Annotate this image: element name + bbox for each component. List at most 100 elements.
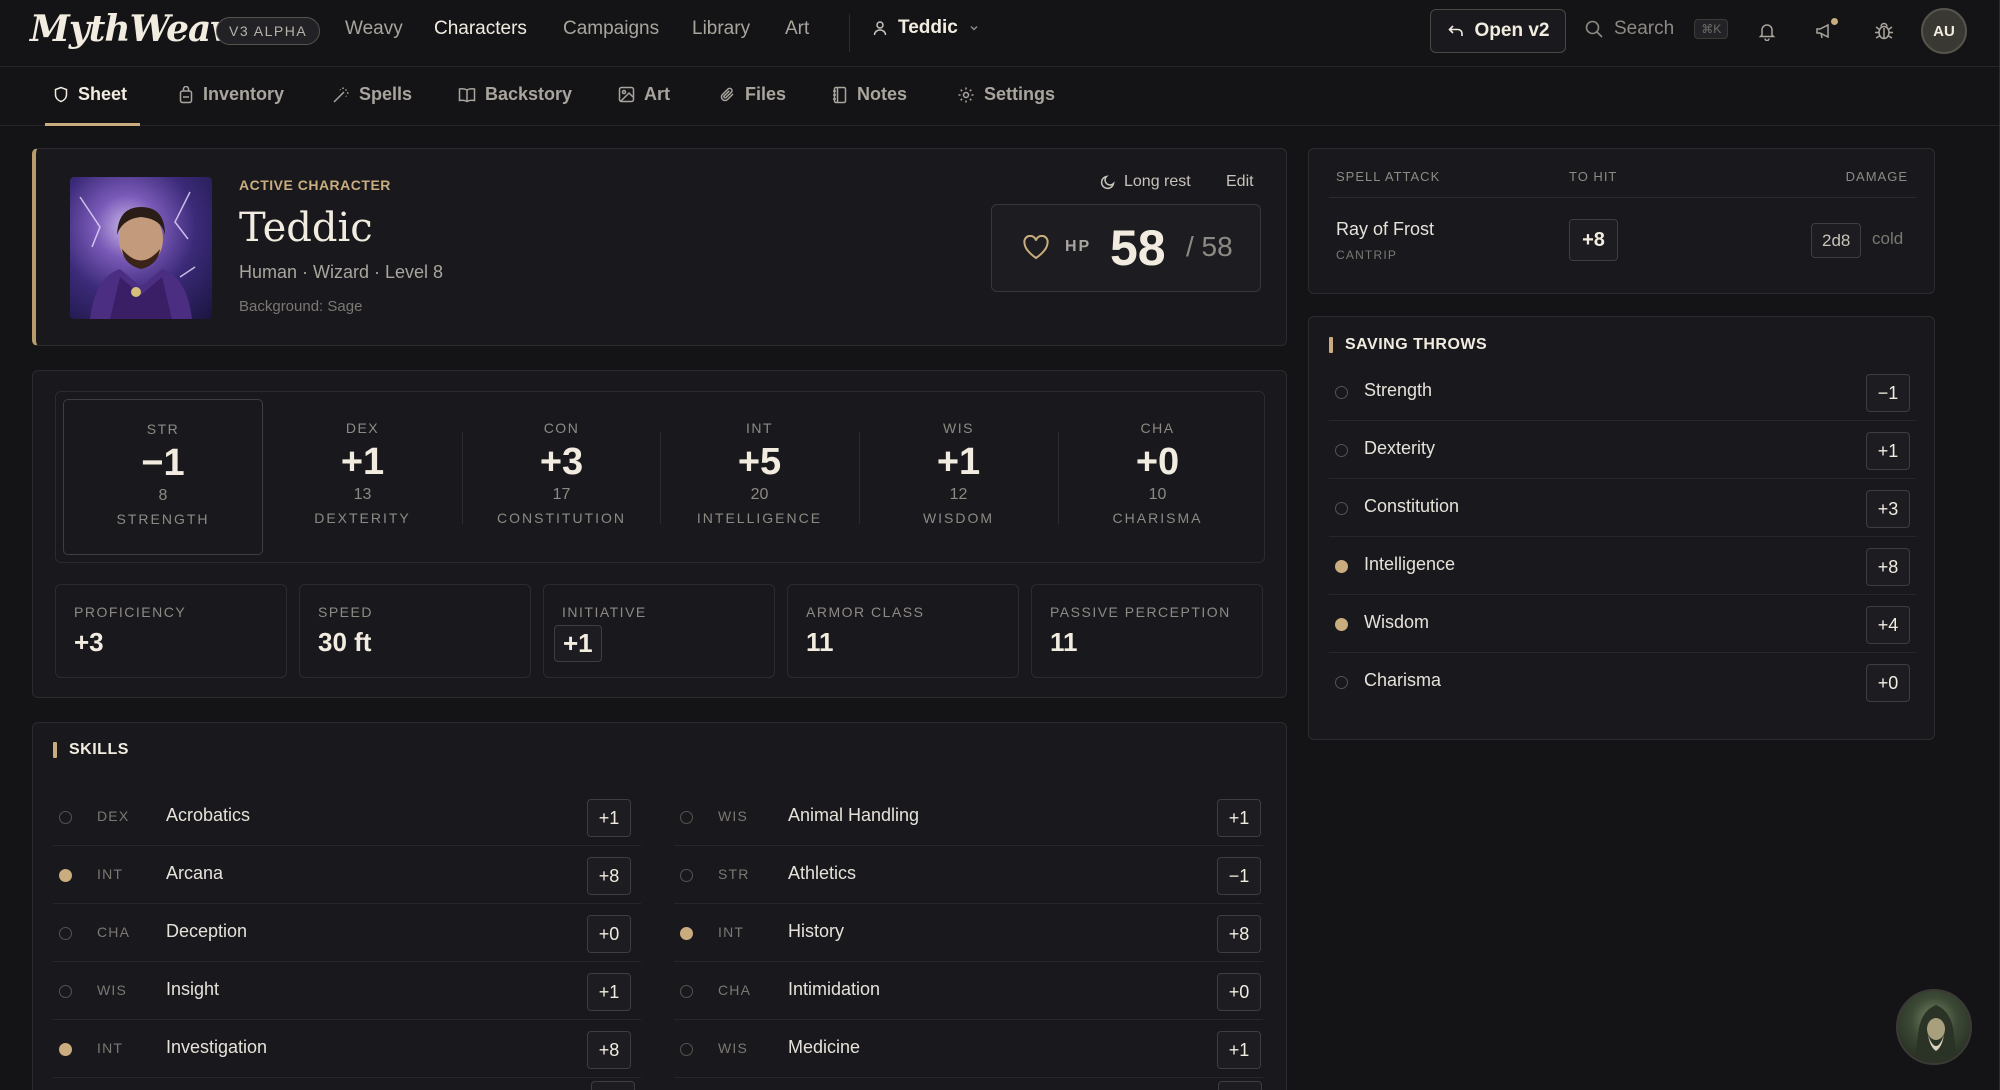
assistant-avatar-button[interactable] [1896, 989, 1972, 1065]
spell-level-tag: CANTRIP [1336, 248, 1398, 262]
skill-modifier[interactable]: +8 [587, 1031, 631, 1069]
skill-modifier[interactable]: +1 [587, 973, 631, 1011]
save-row-dexterity[interactable]: Dexterity +1 [1329, 421, 1916, 479]
save-modifier[interactable]: +3 [1866, 490, 1910, 528]
save-row-constitution[interactable]: Constitution +3 [1329, 479, 1916, 537]
skill-modifier-partial[interactable] [1218, 1081, 1262, 1090]
skill-row-insight[interactable]: WIS Insight +1 [53, 962, 641, 1020]
skill-row-medicine[interactable]: WIS Medicine +1 [674, 1020, 1263, 1078]
nav-weavy[interactable]: Weavy [345, 18, 403, 40]
nav-campaigns[interactable]: Campaigns [563, 18, 659, 40]
skill-modifier[interactable]: +1 [587, 799, 631, 837]
proficiency-dot [1335, 676, 1348, 689]
edit-button[interactable]: Edit [1226, 173, 1254, 191]
ability-wis[interactable]: WIS +1 12 WISDOM [859, 392, 1058, 564]
proficiency-dot [59, 811, 72, 824]
announcements-button[interactable] [1810, 16, 1840, 46]
skill-modifier[interactable]: +0 [1217, 973, 1261, 1011]
skill-row-arcana[interactable]: INT Arcana +8 [53, 846, 641, 904]
spell-attack-panel: SPELL ATTACK TO HIT DAMAGE Ray of Frost … [1308, 148, 1935, 294]
save-row-charisma[interactable]: Charisma +0 [1329, 653, 1916, 711]
skill-name: Medicine [788, 1037, 861, 1057]
tab-settings[interactable]: Settings [957, 84, 1055, 105]
skill-modifier[interactable]: +8 [1217, 915, 1261, 953]
long-rest-button[interactable]: Long rest [1100, 173, 1191, 191]
saving-throws-heading: SAVING THROWS [1329, 336, 1487, 354]
proficiency-dot [680, 927, 693, 940]
tab-inventory[interactable]: Inventory [178, 84, 284, 105]
skill-row-animal-handling[interactable]: WIS Animal Handling +1 [674, 788, 1263, 846]
save-modifier[interactable]: +4 [1866, 606, 1910, 644]
skill-row-deception[interactable]: CHA Deception +0 [53, 904, 641, 962]
stat-label: PROFICIENCY [74, 604, 187, 620]
save-modifier[interactable]: −1 [1866, 374, 1910, 412]
save-modifier[interactable]: +0 [1866, 664, 1910, 702]
search-shortcut: ⌘K [1694, 19, 1729, 39]
ability-score: 12 [949, 486, 968, 503]
skill-row-acrobatics[interactable]: DEX Acrobatics +1 [53, 788, 641, 846]
character-portrait[interactable] [70, 177, 212, 319]
user-icon [873, 21, 887, 36]
ability-dex[interactable]: DEX +1 13 DEXTERITY [263, 392, 462, 564]
ability-scores-row: STR −1 8 STRENGTH DEX +1 13 DEXTERITY CO… [55, 391, 1265, 563]
save-row-wisdom[interactable]: Wisdom +4 [1329, 595, 1916, 653]
tab-notes[interactable]: Notes [832, 84, 907, 105]
ability-con[interactable]: CON +3 17 CONSTITUTION [462, 392, 661, 564]
skill-ability: DEX [97, 808, 130, 824]
character-switcher-label: Teddic [898, 17, 958, 38]
tab-art[interactable]: Art [618, 84, 670, 105]
report-bug-button[interactable] [1869, 16, 1899, 46]
notifications-button[interactable] [1752, 16, 1782, 46]
skill-modifier-partial[interactable] [591, 1081, 635, 1090]
skill-modifier[interactable]: +1 [1217, 1031, 1261, 1069]
save-row-intelligence[interactable]: Intelligence +8 [1329, 537, 1916, 595]
skill-row-intimidation[interactable]: CHA Intimidation +0 [674, 962, 1263, 1020]
stat-label: SPEED [318, 604, 373, 620]
spell-name[interactable]: Ray of Frost [1336, 219, 1434, 240]
hit-points-box[interactable]: HP 58 / 58 [991, 204, 1261, 292]
version-badge: V3 ALPHA [216, 17, 321, 45]
tab-backstory[interactable]: Backstory [458, 84, 572, 105]
image-icon [618, 86, 635, 103]
ability-name: STRENGTH [116, 511, 210, 527]
nav-library[interactable]: Library [692, 18, 750, 40]
save-name: Wisdom [1364, 612, 1430, 632]
skill-row-history[interactable]: INT History +8 [674, 904, 1263, 962]
skill-modifier[interactable]: +0 [587, 915, 631, 953]
skill-ability: CHA [97, 924, 131, 940]
search-trigger[interactable]: Search ⌘K [1584, 18, 1729, 40]
ability-int[interactable]: INT +5 20 INTELLIGENCE [660, 392, 859, 564]
save-modifier[interactable]: +8 [1866, 548, 1910, 586]
heart-icon [1023, 235, 1049, 260]
nav-art[interactable]: Art [785, 18, 809, 40]
skill-modifier[interactable]: +1 [1217, 799, 1261, 837]
ability-abbr: STR [146, 421, 180, 437]
save-row-strength[interactable]: Strength −1 [1329, 363, 1916, 421]
skill-modifier[interactable]: −1 [1217, 857, 1261, 895]
tab-files-label: Files [745, 84, 787, 104]
save-modifier[interactable]: +1 [1866, 432, 1910, 470]
user-avatar[interactable]: AU [1921, 8, 1967, 54]
tab-backstory-label: Backstory [485, 84, 573, 104]
skill-name: Acrobatics [166, 805, 251, 825]
ability-str[interactable]: STR −1 8 STRENGTH [63, 399, 263, 555]
skill-modifier[interactable]: +8 [587, 857, 631, 895]
spell-damage-button[interactable]: 2d8 [1811, 223, 1862, 258]
tab-sheet[interactable]: Sheet [53, 84, 127, 105]
ability-cha[interactable]: CHA +0 10 CHARISMA [1058, 392, 1257, 564]
tab-files[interactable]: Files [719, 84, 786, 105]
skill-row-investigation[interactable]: INT Investigation +8 [53, 1020, 641, 1078]
initiative-roll-button[interactable]: +1 [554, 625, 602, 662]
spell-to-hit-button[interactable]: +8 [1569, 219, 1618, 261]
character-switcher[interactable]: Teddic [872, 17, 980, 39]
open-v2-button[interactable]: Open v2 [1430, 9, 1566, 53]
ability-name: CHARISMA [1112, 510, 1203, 526]
skill-row-athletics[interactable]: STR Athletics −1 [674, 846, 1263, 904]
ability-modifier: +3 [539, 441, 584, 483]
return-arrow-icon [1447, 25, 1463, 36]
nav-characters[interactable]: Characters [434, 18, 527, 40]
stat-initiative[interactable]: INITIATIVE +1 [543, 584, 775, 678]
tab-spells[interactable]: Spells [332, 84, 412, 105]
proficiency-dot [680, 985, 693, 998]
stat-proficiency: PROFICIENCY +3 [55, 584, 287, 678]
